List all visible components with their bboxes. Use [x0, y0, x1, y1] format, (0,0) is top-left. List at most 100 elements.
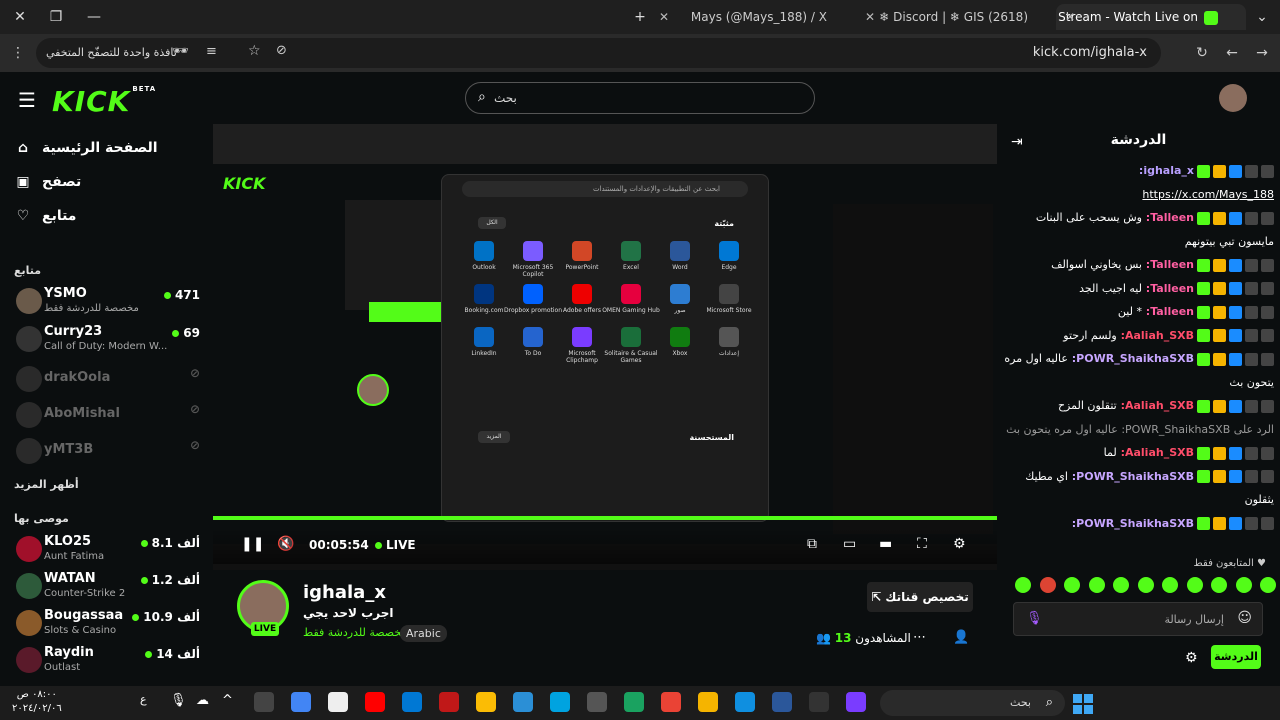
- nav-following[interactable]: ♡ متابع: [14, 208, 77, 234]
- pip-icon[interactable]: ▭: [843, 536, 856, 552]
- chat-username[interactable]: Talleen:: [1142, 258, 1194, 271]
- chat-message[interactable]: Talleen: وش يسحب على البنات: [1002, 211, 1274, 225]
- emote-icon[interactable]: [1039, 577, 1056, 593]
- pause-icon[interactable]: ❚❚: [241, 536, 264, 552]
- chat-username[interactable]: Aaliah_SXB:: [1117, 399, 1194, 412]
- mcafee-icon[interactable]: [439, 692, 459, 712]
- recommended-channel[interactable]: WATAN Counter-Strike 2 1.2 ألف: [14, 569, 204, 605]
- terminal-icon[interactable]: [809, 692, 829, 712]
- nav-browse[interactable]: ▣ تصفح: [14, 174, 81, 200]
- chat-message[interactable]: ighala_x:: [1002, 164, 1274, 178]
- chat-username[interactable]: Talleen:: [1142, 305, 1194, 318]
- emote-icon[interactable]: [1113, 577, 1129, 593]
- eye-off-icon[interactable]: ⊘: [276, 43, 287, 58]
- forward-icon[interactable]: ←: [1220, 42, 1244, 64]
- following-channel[interactable]: YSMO مخصصة للدردشة فقط 471: [14, 284, 204, 320]
- chat-message[interactable]: Talleen: * لين: [1002, 305, 1274, 319]
- chat-username[interactable]: Talleen:: [1142, 282, 1194, 295]
- chrome-alt-icon[interactable]: [476, 692, 496, 712]
- chat-message[interactable]: POWR_ShaikhaSXB: اي مطيك: [1002, 470, 1274, 483]
- emote-icon[interactable]: [1088, 577, 1105, 593]
- chat-username[interactable]: ighala_x:: [1139, 164, 1194, 177]
- onedrive-icon[interactable]: ☁: [196, 693, 209, 708]
- chat-message[interactable]: Aaliah_SXB: تتقلون المزح: [1002, 399, 1274, 413]
- stream-category[interactable]: مخصصة للدردشة فقط: [303, 626, 407, 639]
- tab-search-icon[interactable]: ⌄: [1250, 6, 1274, 28]
- new-tab-icon[interactable]: +: [628, 6, 652, 28]
- emote-icon[interactable]: [1235, 577, 1252, 593]
- microphone-icon[interactable]: 🎙: [1026, 611, 1043, 626]
- chat-send-button[interactable]: الدردشة: [1211, 645, 1261, 669]
- address-bar[interactable]: نافذة واحدة للتصفّح المتخفي 🕶 ≡ ☆ ⊘ kick…: [36, 38, 1161, 68]
- chat-username[interactable]: POWR_ShaikhaSXB:: [1068, 352, 1194, 365]
- following-channel-offline[interactable]: yMT3B ⊘: [14, 434, 204, 470]
- tab-kick[interactable]: ✕ighala_x Stream - Watch Live on: [1056, 4, 1246, 30]
- youtube-icon[interactable]: [365, 692, 385, 712]
- windows-start-icon[interactable]: [1073, 694, 1093, 714]
- edge-icon[interactable]: [735, 692, 755, 712]
- channel-name[interactable]: ighala_x: [303, 582, 386, 603]
- nav-home[interactable]: ⌂ الصفحة الرئيسية: [14, 140, 158, 166]
- kick-logo[interactable]: KICK BETA: [52, 85, 156, 118]
- emote-icon[interactable]: [1260, 577, 1276, 593]
- video-player[interactable]: KICK ابحث عن التطبيقات والإعدادات والمست…: [213, 124, 997, 570]
- emoji-picker-icon[interactable]: ☺: [1237, 610, 1252, 626]
- chat-username[interactable]: POWR_ShaikhaSXB:: [1072, 517, 1194, 530]
- following-channel[interactable]: Curry23 Call of Duty: Modern W... 69: [14, 322, 204, 358]
- user-avatar[interactable]: [1219, 84, 1247, 112]
- recommended-channel[interactable]: KLO25 Aunt Fatima 8.1 ألف: [14, 532, 204, 568]
- tab-x[interactable]: ✕ Mays (@Mays_188) / X: [650, 4, 855, 30]
- mp-icon[interactable]: [550, 692, 570, 712]
- outlook-icon[interactable]: [402, 692, 422, 712]
- obs-icon[interactable]: [254, 692, 274, 712]
- chat-message[interactable]: مايسون تبي بيتونهم: [1002, 235, 1274, 248]
- emote-icon[interactable]: [1211, 577, 1227, 593]
- tab-discord[interactable]: ✕ (2618) Discord | ❄ GIS ❄: [856, 4, 1056, 30]
- chat-text[interactable]: https://x.com/Mays_188: [1142, 188, 1274, 201]
- emote-icon[interactable]: [1015, 577, 1031, 593]
- share-icon[interactable]: ⋯: [913, 630, 926, 645]
- microphone-tray-icon[interactable]: 🎙: [170, 693, 187, 708]
- fullscreen-icon[interactable]: ⛶: [917, 536, 927, 552]
- recommended-channel[interactable]: Raydin Outlast 14 ألف: [14, 643, 204, 679]
- input-language[interactable]: ع: [140, 693, 147, 706]
- theater-mode-icon[interactable]: ▬: [879, 536, 892, 552]
- tray-overflow-icon[interactable]: ^: [222, 693, 233, 708]
- copilot-icon[interactable]: [846, 692, 866, 712]
- chat-message[interactable]: Aaliah_SXB: لما: [1002, 446, 1274, 460]
- taskbar-clock[interactable]: ٠٨:٠٠ ص ٢٠٢٤/٠٢/٠٦: [12, 688, 62, 716]
- search-input[interactable]: ⌕ بحث: [465, 82, 815, 114]
- notes-icon[interactable]: [328, 692, 348, 712]
- chat-message[interactable]: يثقلون: [1002, 493, 1274, 506]
- word-icon[interactable]: [772, 692, 792, 712]
- chat-username[interactable]: Talleen:: [1142, 211, 1194, 224]
- chat-input[interactable]: 🎙 إرسال رسالة ☺: [1013, 602, 1263, 636]
- show-more-link[interactable]: أظهر المزيد: [14, 478, 79, 491]
- recommended-channel[interactable]: Bougassaa Slots & Casino 10.9 ألف: [14, 606, 204, 642]
- chat-username[interactable]: Aaliah_SXB:: [1117, 329, 1194, 342]
- taskbar-search[interactable]: ⌕ بحث: [880, 690, 1065, 716]
- chat-settings-gear-icon[interactable]: ⚙: [1185, 650, 1198, 666]
- close-window-icon[interactable]: ✕: [8, 6, 32, 28]
- chat-username[interactable]: POWR_ShaikhaSXB:: [1068, 470, 1194, 483]
- chat-message[interactable]: الرد على POWR_ShaikhaSXB: عاليه اول مره …: [1002, 423, 1274, 436]
- file-explorer-icon[interactable]: [698, 692, 718, 712]
- settings-gear-icon[interactable]: ⚙: [953, 536, 966, 552]
- chat-username[interactable]: Aaliah_SXB:: [1117, 446, 1194, 459]
- minimize-window-icon[interactable]: —: [82, 6, 106, 28]
- chat-message[interactable]: https://x.com/Mays_188: [1002, 188, 1274, 201]
- clock-icon[interactable]: [513, 692, 533, 712]
- bookmark-star-icon[interactable]: ☆: [248, 43, 261, 59]
- stream-progress-bar[interactable]: [213, 516, 997, 520]
- follow-user-icon[interactable]: 👤: [953, 630, 969, 645]
- menu-dots-icon[interactable]: ⋮: [6, 42, 30, 64]
- chat-message[interactable]: يتحون بث: [1002, 376, 1274, 389]
- chat-message[interactable]: POWR_ShaikhaSXB: عاليه اول مره: [1002, 352, 1274, 366]
- emote-icon[interactable]: [1186, 577, 1203, 593]
- following-channel-offline[interactable]: AboMishal ⊘: [14, 398, 204, 434]
- restore-window-icon[interactable]: ❐: [44, 6, 68, 28]
- reload-icon[interactable]: ↻: [1190, 42, 1214, 64]
- emote-icon[interactable]: [1064, 577, 1080, 593]
- chrome-icon[interactable]: [661, 692, 681, 712]
- edge-dev-icon[interactable]: [624, 692, 644, 712]
